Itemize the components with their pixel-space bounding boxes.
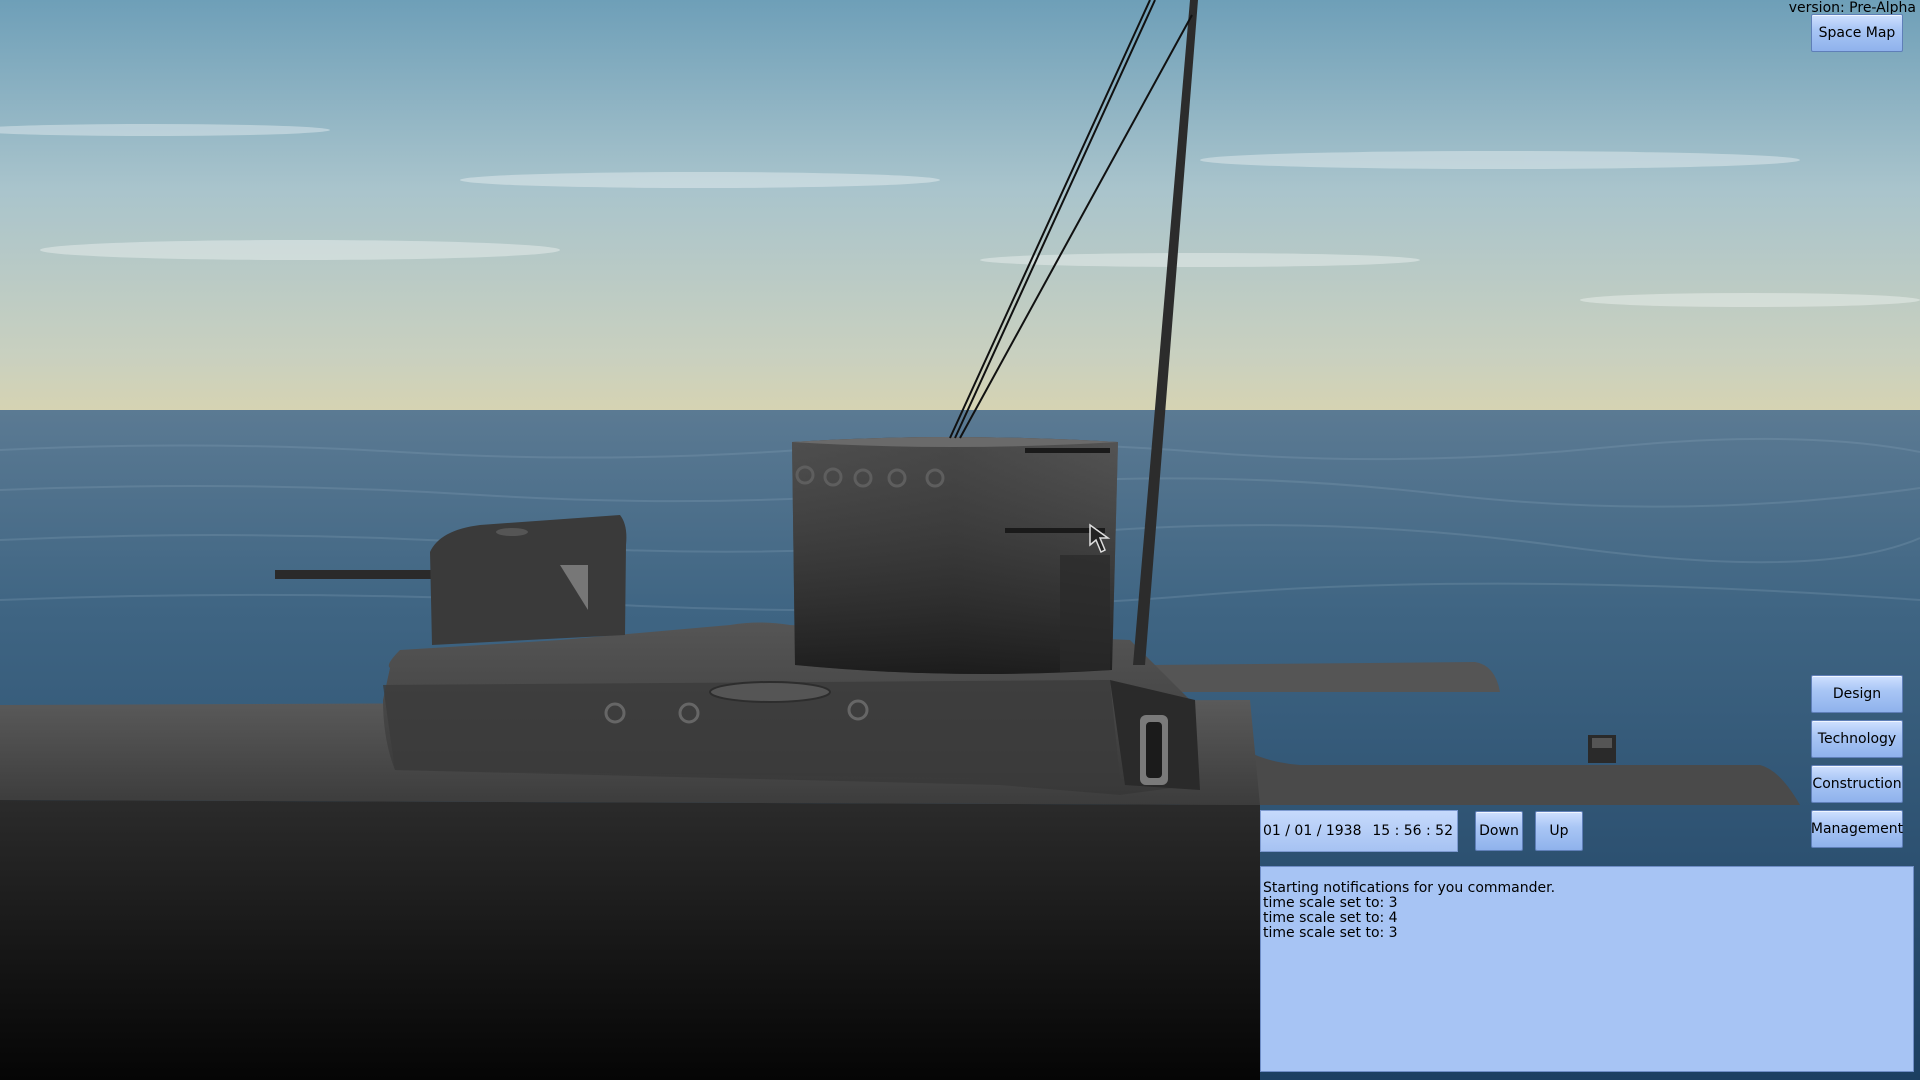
time-scale-up-button[interactable]: Up (1535, 811, 1583, 851)
notification-line: time scale set to: 3 (1263, 925, 1398, 941)
sky (0, 0, 1920, 420)
time-scale-down-button[interactable]: Down (1475, 811, 1523, 851)
notification-line: Starting notifications for you commander… (1263, 880, 1556, 896)
rear-deck-rail (1150, 662, 1500, 692)
notifications-panel[interactable]: Starting notifications for you commander… (1260, 866, 1914, 1072)
hull-side (0, 800, 1260, 1080)
notification-line: time scale set to: 4 (1263, 910, 1398, 926)
management-button[interactable]: Management (1811, 810, 1903, 848)
construction-button[interactable]: Construction (1811, 765, 1903, 803)
clock-time: 15 : 56 : 52 (1372, 823, 1453, 839)
clock-date: 01 / 01 / 1938 (1263, 823, 1362, 839)
design-button[interactable]: Design (1811, 675, 1903, 713)
deck-hatch (709, 681, 831, 703)
notification-line: time scale set to: 3 (1263, 895, 1398, 911)
game-clock: 01 / 01 / 1938 15 : 56 : 52 (1260, 810, 1458, 852)
technology-button[interactable]: Technology (1811, 720, 1903, 758)
space-map-button[interactable]: Space Map (1811, 14, 1903, 52)
